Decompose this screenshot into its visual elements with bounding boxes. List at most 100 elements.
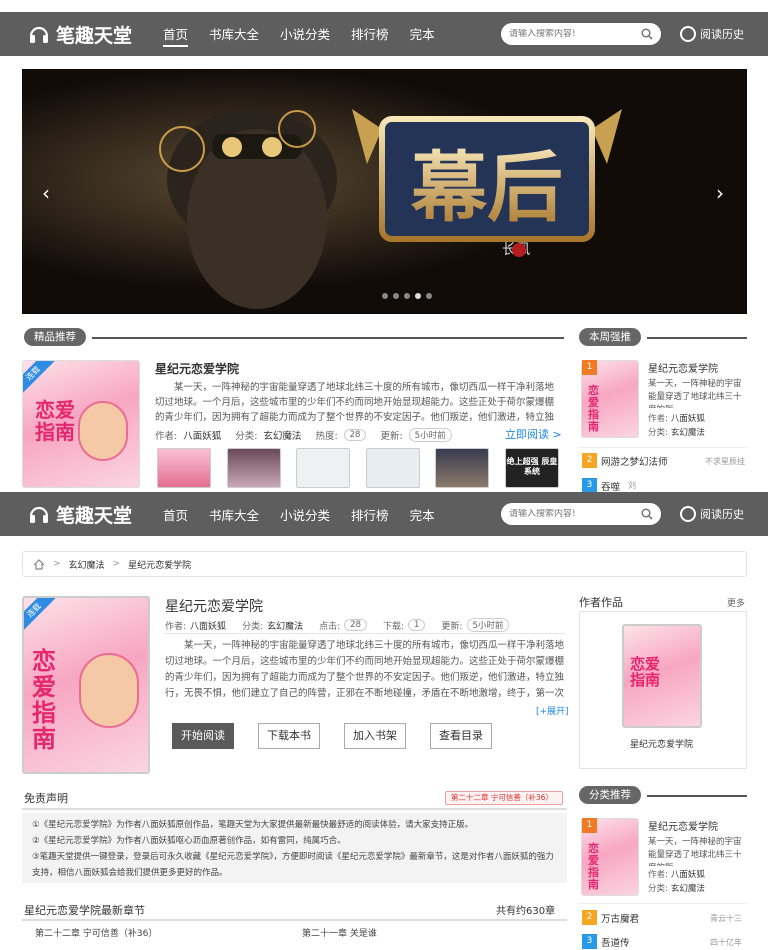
nav-home[interactable]: 首页 xyxy=(163,22,189,47)
chapter-link[interactable]: 第二十二章 宁可信善（补36） xyxy=(35,926,157,939)
author-name[interactable]: 八面妖狐 xyxy=(671,414,705,424)
banner-dot[interactable] xyxy=(393,293,399,299)
breadcrumb-sep-icon: > xyxy=(53,559,61,569)
expand-link[interactable]: [+展开] xyxy=(536,704,569,717)
weekly-item-title[interactable]: 吞噬 xyxy=(601,479,620,493)
category-name[interactable]: 玄幻魔法 xyxy=(671,428,705,438)
category-item-title[interactable]: 万古魔君 xyxy=(601,911,639,925)
weekly-item-author[interactable]: 刘 xyxy=(628,480,636,491)
search-input[interactable] xyxy=(509,509,641,519)
detail-book-title: 星纪元恋爱学院 xyxy=(165,599,263,615)
nav-completed[interactable]: 完本 xyxy=(410,503,435,526)
hero-banner[interactable]: 幕后 长风 ‹ › xyxy=(22,69,747,314)
featured-divider xyxy=(92,337,564,339)
nav-home[interactable]: 首页 xyxy=(163,503,188,526)
category-top-desc: 某一天，一阵神秘的宇宙能量穿透了地球北纬三十度的所 xyxy=(648,837,742,866)
featured-book-title[interactable]: 星纪元恋爱学院 xyxy=(155,360,239,377)
nav-library[interactable]: 书库大全 xyxy=(209,503,259,526)
nav-completed[interactable]: 完本 xyxy=(410,22,435,47)
author-label: 作者: xyxy=(165,621,187,632)
latest-chapters-title: 星纪元恋爱学院最新章节 xyxy=(24,904,145,917)
category-top-category: 分类: 玄幻魔法 xyxy=(648,882,705,894)
author-name[interactable]: 八面妖狐 xyxy=(671,870,705,880)
nav-library[interactable]: 书库大全 xyxy=(209,22,259,47)
weekly-list-divider xyxy=(579,447,747,448)
category-rec-divider xyxy=(647,795,747,797)
start-reading-button[interactable]: 开始阅读 xyxy=(172,723,234,749)
weekly-divider xyxy=(647,337,747,339)
nav-categories[interactable]: 小说分类 xyxy=(280,22,330,47)
banner-dot[interactable] xyxy=(426,293,432,299)
nav-rankings[interactable]: 排行榜 xyxy=(351,22,389,47)
featured-category[interactable]: 玄幻魔法 xyxy=(263,428,301,442)
rank-badge-3: 3 xyxy=(582,478,597,493)
nav-categories[interactable]: 小说分类 xyxy=(280,503,330,526)
cover-title-art: 恋爱指南 xyxy=(630,655,661,689)
banner-prev-arrow[interactable]: ‹ xyxy=(42,181,50,205)
disclaimer-line: ③笔趣天堂提供一键登录，登录后可永久收藏《星纪元恋爱学院》，方便即时阅读《星纪元… xyxy=(32,852,554,878)
author-work-cover[interactable]: 恋爱指南 xyxy=(622,624,702,728)
clock-icon xyxy=(680,506,696,522)
chapters-divider xyxy=(22,919,567,921)
banner-dot-active[interactable] xyxy=(415,293,421,299)
site-name: 笔趣天堂 xyxy=(56,24,133,47)
reading-history-button[interactable]: 阅读历史 xyxy=(680,506,744,522)
recommend-thumb[interactable] xyxy=(227,448,281,488)
recommend-thumb[interactable] xyxy=(435,448,489,488)
banner-dot[interactable] xyxy=(404,293,410,299)
rank-badge-1: 1 xyxy=(582,360,597,375)
rank-badge-1: 1 xyxy=(582,818,597,833)
banner-next-arrow[interactable]: › xyxy=(716,181,724,205)
home-icon[interactable] xyxy=(33,558,45,570)
category-item-title[interactable]: 吾道传 xyxy=(601,935,630,949)
category-label: 分类: xyxy=(648,884,668,894)
recommend-thumb[interactable] xyxy=(366,448,420,488)
cover-title-art: 恋爱指南 xyxy=(35,398,75,444)
site-logo[interactable]: 笔趣天堂 xyxy=(28,501,163,528)
author-label: 作者: xyxy=(648,870,668,880)
nav-rankings[interactable]: 排行榜 xyxy=(351,503,389,526)
recommend-thumb[interactable]: 绝上超强 辰皇系统 xyxy=(505,448,559,488)
search-input[interactable] xyxy=(509,29,641,39)
breadcrumb-sep-icon: > xyxy=(112,559,121,569)
weekly-item-title[interactable]: 网游之梦幻法师 xyxy=(601,454,668,468)
detail-category[interactable]: 玄幻魔法 xyxy=(267,619,303,632)
weekly-section-label: 本周强推 xyxy=(579,328,641,346)
category-top-title[interactable]: 星纪元恋爱学院 xyxy=(648,818,718,833)
recommend-thumb[interactable] xyxy=(157,448,211,488)
breadcrumb-book[interactable]: 星纪元恋爱学院 xyxy=(128,558,191,571)
recommend-thumb[interactable] xyxy=(296,448,350,488)
download-button[interactable]: 下载本书 xyxy=(258,723,320,749)
add-bookshelf-button[interactable]: 加入书架 xyxy=(344,723,406,749)
detail-header: 笔趣天堂 首页 书库大全 小说分类 排行榜 完本 阅读历史 xyxy=(0,492,768,536)
disclaimer-line: ①《星纪元恋爱学院》为作者八面妖狐原创作品，笔趣天堂为大家提供最新最快最舒适的阅… xyxy=(32,820,474,830)
breadcrumb-category[interactable]: 玄幻魔法 xyxy=(69,558,105,571)
latest-chapter-tag[interactable]: 第二十二章 宁可信善（补36） xyxy=(445,791,563,805)
detail-meta: 作者: 八面妖狐 分类: 玄幻魔法 点击: 28 下载: 1 更新: 5小时前 xyxy=(165,618,510,632)
category-name[interactable]: 玄幻魔法 xyxy=(671,884,705,894)
weekly-top-title[interactable]: 星纪元恋爱学院 xyxy=(648,360,718,375)
search-icon[interactable] xyxy=(641,28,653,40)
author-work-title[interactable]: 星纪元恋爱学院 xyxy=(630,737,693,750)
category-item-author[interactable]: 青云十三 xyxy=(710,913,742,924)
cover-title-art: 恋爱指南 xyxy=(588,384,599,433)
weekly-top-category: 分类: 玄幻魔法 xyxy=(648,426,705,438)
chapter-link[interactable]: 第二十一章 关是谁 xyxy=(302,926,377,939)
view-toc-button[interactable]: 查看目录 xyxy=(430,723,492,749)
disclaimer-title: 免责声明 xyxy=(24,792,68,805)
read-now-link[interactable]: 立即阅读 > xyxy=(505,426,562,442)
reading-history-button[interactable]: 阅读历史 xyxy=(680,26,744,42)
search-icon[interactable] xyxy=(641,508,653,520)
detail-author[interactable]: 八面妖狐 xyxy=(190,619,226,632)
banner-dot[interactable] xyxy=(382,293,388,299)
detail-downloads: 1 xyxy=(408,619,426,631)
author-works-more[interactable]: 更多 xyxy=(727,596,745,609)
banner-artwork: 幕后 长风 xyxy=(22,69,747,314)
featured-author[interactable]: 八面妖狐 xyxy=(183,428,221,442)
site-logo[interactable]: 笔趣天堂 xyxy=(28,21,163,48)
featured-book-cover[interactable]: 连载 恋爱指南 xyxy=(22,360,140,488)
weekly-item-author[interactable]: 不求星辰挂 xyxy=(705,456,745,467)
category-item-author[interactable]: 四十亿年 xyxy=(710,937,742,948)
category-label: 分类: xyxy=(648,428,668,438)
headphones-icon xyxy=(29,26,49,43)
